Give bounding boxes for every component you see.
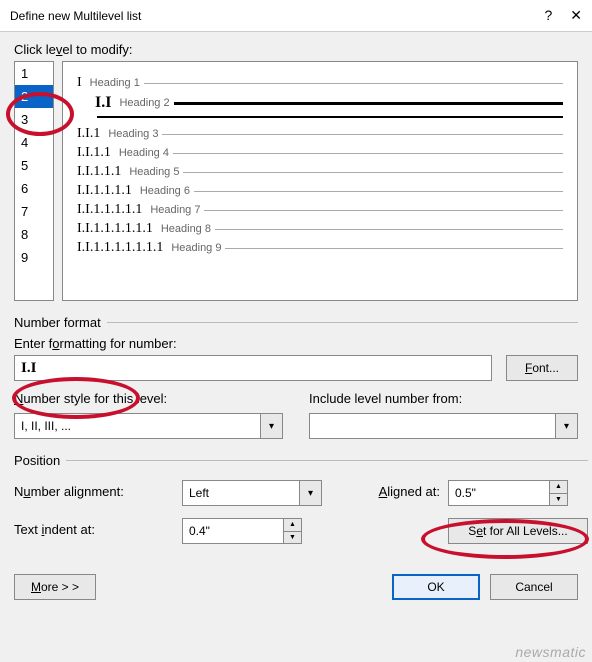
level-list[interactable]: 123456789 <box>14 61 54 301</box>
aligned-at-label: Aligned at: <box>330 484 440 499</box>
enter-formatting-label: Enter formatting for number: <box>14 336 578 351</box>
include-level-combo[interactable]: ▾ <box>309 413 578 439</box>
preview-row: I.I.1.1.1.1Heading 6 <box>77 183 563 199</box>
preview-row: I.I.1.1.1.1.1.1Heading 8 <box>77 221 563 237</box>
set-all-levels-button[interactable]: Set for All Levels... <box>448 518 588 544</box>
help-icon[interactable]: ? <box>544 7 552 24</box>
spin-down-icon[interactable]: ▼ <box>284 532 301 544</box>
level-item[interactable]: 8 <box>15 223 53 246</box>
number-format-group: Number format <box>12 315 107 330</box>
include-level-label: Include level number from: <box>309 391 578 406</box>
preview-row: I.I.1.1.1.1.1.1.1Heading 9 <box>77 240 563 256</box>
number-alignment-label: Number alignment: <box>14 484 174 499</box>
close-icon[interactable]: ✕ <box>570 7 582 24</box>
preview-row: I.I.1Heading 3 <box>77 126 563 142</box>
preview-row: I.I.1.1Heading 4 <box>77 145 563 161</box>
spin-up-icon[interactable]: ▲ <box>284 519 301 532</box>
preview-row: IHeading 1 <box>77 75 563 91</box>
list-preview: IHeading 1 I.IHeading 2 I.I.1Heading 3 I.I.… <box>62 61 578 301</box>
watermark: newsmatic <box>515 644 586 660</box>
aligned-at-spinner[interactable]: ▲ ▼ <box>448 480 568 506</box>
text-indent-input[interactable] <box>183 519 283 543</box>
level-item[interactable]: 2 <box>15 85 53 108</box>
position-group: Position <box>12 453 66 468</box>
font-button[interactable]: Font... <box>506 355 578 381</box>
preview-row: I.I.1.1.1.1.1Heading 7 <box>77 202 563 218</box>
spin-up-icon[interactable]: ▲ <box>550 481 567 494</box>
more-button[interactable]: More > > <box>14 574 96 600</box>
click-level-label: Click level to modify: <box>14 42 578 57</box>
chevron-down-icon: ▾ <box>555 414 577 438</box>
number-format-input[interactable] <box>14 355 492 381</box>
number-style-label: Number style for this level: <box>14 391 283 406</box>
ok-button[interactable]: OK <box>392 574 480 600</box>
level-item[interactable]: 7 <box>15 200 53 223</box>
number-style-combo[interactable]: I, II, III, ... ▾ <box>14 413 283 439</box>
level-item[interactable]: 4 <box>15 131 53 154</box>
text-indent-spinner[interactable]: ▲ ▼ <box>182 518 302 544</box>
dialog-title: Define new Multilevel list <box>10 9 141 23</box>
aligned-at-input[interactable] <box>449 481 549 505</box>
cancel-button[interactable]: Cancel <box>490 574 578 600</box>
text-indent-label: Text indent at: <box>14 522 174 537</box>
chevron-down-icon: ▾ <box>260 414 282 438</box>
level-item[interactable]: 6 <box>15 177 53 200</box>
spin-down-icon[interactable]: ▼ <box>550 494 567 506</box>
level-item[interactable]: 3 <box>15 108 53 131</box>
level-item[interactable]: 9 <box>15 246 53 269</box>
preview-row: I.I.1.1.1Heading 5 <box>77 164 563 180</box>
level-item[interactable]: 5 <box>15 154 53 177</box>
level-item[interactable]: 1 <box>15 62 53 85</box>
preview-row: I.IHeading 2 <box>95 94 563 112</box>
chevron-down-icon: ▾ <box>299 481 321 505</box>
number-alignment-combo[interactable]: Left ▾ <box>182 480 322 506</box>
